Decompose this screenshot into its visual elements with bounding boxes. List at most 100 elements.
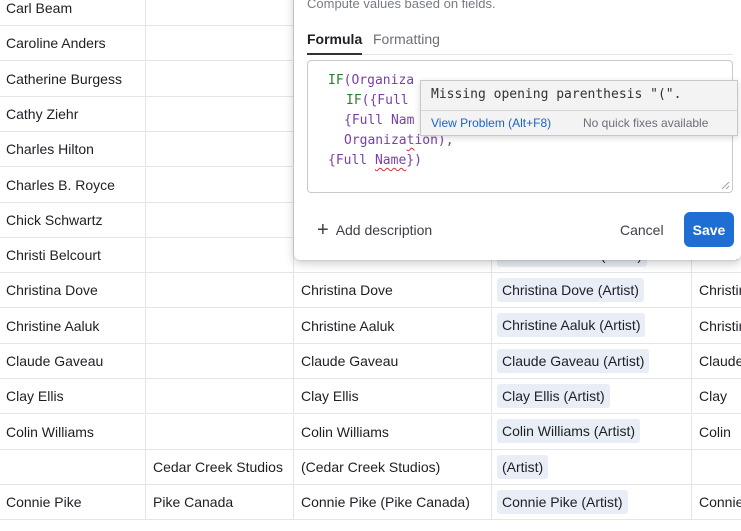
organization-cell[interactable] — [146, 132, 294, 168]
artist-cell[interactable]: Christina Dove (Artist) — [492, 273, 692, 309]
artist-cell[interactable]: Claude Gaveau (Artist) — [492, 344, 692, 379]
cell-text: Claude Gaveau — [6, 353, 104, 369]
name-cell[interactable]: Cathy Ziehr — [0, 96, 146, 132]
cell-text: Charles Hilton — [6, 141, 94, 158]
name-cell[interactable] — [0, 449, 146, 485]
organization-cell[interactable] — [146, 61, 294, 97]
name-cell[interactable]: Charles B. Royce — [0, 167, 146, 203]
name-cell[interactable]: Clay Ellis — [0, 379, 146, 415]
organization-cell[interactable] — [146, 238, 294, 274]
name-cell[interactable]: Catherine Burgess — [0, 61, 146, 97]
cell-text: Colin Williams — [301, 423, 389, 440]
linked-record-chip[interactable]: Christina Dove (Artist) — [497, 278, 644, 303]
cell-text: Colin Williams — [6, 423, 94, 440]
table-row[interactable]: Christine Aaluk Christine Aaluk Christine … — [0, 308, 741, 344]
name-cell[interactable]: Carl Beam — [0, 0, 146, 26]
code-line-3: {Full Nam — [344, 113, 415, 128]
organization-cell[interactable] — [146, 202, 294, 238]
organization-cell[interactable] — [146, 308, 294, 344]
truncated-cell[interactable]: Claude — [692, 344, 741, 379]
linked-record-chip[interactable]: Claude Gaveau (Artist) — [497, 348, 650, 373]
table-row[interactable]: Cedar Creek Studios (Cedar Creek Studios)… — [0, 449, 741, 485]
cell-text: Christina Dove — [301, 282, 393, 299]
code-token: (Organiza — [343, 73, 415, 88]
organization-cell[interactable] — [146, 344, 294, 379]
cell-text: Caroline Anders — [6, 35, 106, 52]
table-row[interactable]: Clay Ellis Clay Ellis Clay Ellis (Artist) C… — [0, 379, 741, 415]
cancel-button[interactable]: Cancel — [614, 216, 670, 244]
organization-cell[interactable] — [146, 96, 294, 132]
full-name-cell[interactable]: Clay Ellis — [294, 379, 492, 415]
linked-record-chip[interactable]: Christine Aaluk (Artist) — [497, 313, 646, 338]
tab-formatting[interactable]: Formatting — [373, 31, 440, 55]
organization-cell[interactable]: Pike Canada — [146, 485, 294, 521]
truncated-cell[interactable]: Christin — [692, 309, 741, 344]
error-tooltip: Missing opening parenthesis "(". View Pr… — [420, 80, 738, 136]
name-cell[interactable]: Colin Williams — [0, 414, 146, 450]
cell-text: Connie Pike — [6, 494, 82, 511]
name-cell[interactable]: Chick Schwartz — [0, 202, 146, 238]
organization-cell[interactable] — [146, 26, 294, 62]
organization-cell[interactable] — [146, 414, 294, 450]
cell-text: Catherine Burgess — [6, 70, 122, 87]
truncated-cell[interactable]: Colin — [692, 415, 741, 450]
cell-text: Christine Aaluk — [6, 317, 100, 334]
full-name-cell[interactable]: Christina Dove — [294, 273, 492, 309]
organization-cell[interactable]: Cedar Creek Studios — [146, 449, 294, 485]
name-cell[interactable]: Claude Gaveau — [0, 344, 146, 379]
resize-handle-icon[interactable] — [721, 181, 730, 190]
truncated-cell[interactable] — [692, 450, 741, 485]
name-cell[interactable]: Christine Aaluk — [0, 308, 146, 344]
code-token: IF — [346, 93, 362, 108]
cell-text: Chick Schwartz — [6, 211, 103, 228]
full-name-cell[interactable]: Connie Pike (Pike Canada) — [294, 485, 492, 521]
organization-cell[interactable] — [146, 273, 294, 309]
dialog-subtitle: Compute values based on fields. — [307, 0, 496, 11]
organization-cell[interactable] — [146, 167, 294, 203]
full-name-cell[interactable]: Claude Gaveau — [294, 344, 492, 379]
view-problem-link[interactable]: View Problem (Alt+F8) — [431, 116, 551, 130]
cell-text: Carl Beam — [6, 0, 73, 16]
name-cell[interactable]: Charles Hilton — [0, 132, 146, 168]
full-name-cell[interactable]: Christine Aaluk — [294, 308, 492, 344]
add-description-label: Add description — [335, 222, 433, 238]
cell-text: Cathy Ziehr — [6, 105, 79, 122]
artist-cell[interactable]: Christine Aaluk (Artist) — [492, 308, 692, 344]
linked-record-chip[interactable]: Connie Pike (Artist) — [497, 489, 628, 514]
name-cell[interactable]: Connie Pike — [0, 485, 146, 521]
truncated-cell[interactable]: Clay — [692, 379, 741, 414]
artist-cell[interactable]: Clay Ellis (Artist) — [492, 379, 692, 415]
cell-text: Clay Ellis — [301, 388, 359, 405]
organization-cell[interactable] — [146, 0, 294, 26]
artist-cell[interactable]: (Artist) — [492, 449, 692, 485]
table-row[interactable]: Connie Pike Pike Canada Connie Pike (Pike … — [0, 485, 741, 521]
full-name-cell[interactable]: Colin Williams — [294, 414, 492, 450]
linked-record-chip[interactable]: Clay Ellis (Artist) — [497, 384, 610, 409]
truncated-cell[interactable]: Connie — [692, 485, 741, 520]
table-row[interactable]: Christina Dove Christina Dove Christina Do… — [0, 273, 741, 309]
truncated-cell[interactable]: Christin — [692, 273, 741, 308]
table-row[interactable]: Colin Williams Colin Williams Colin Willia… — [0, 414, 741, 450]
plus-icon: + — [317, 219, 329, 241]
organization-cell[interactable] — [146, 379, 294, 415]
add-description-button[interactable]: + Add description — [317, 220, 432, 240]
table-row[interactable]: Claude Gaveau Claude Gaveau Claude Gaveau … — [0, 344, 741, 379]
cell-text: Charles B. Royce — [6, 176, 115, 193]
full-name-cell[interactable]: (Cedar Creek Studios) — [294, 449, 492, 485]
cell-text: Clay Ellis — [6, 388, 64, 405]
formula-field-dialog: Compute values based on fields. Formula … — [294, 0, 741, 260]
artist-cell[interactable]: Colin Williams (Artist) — [492, 414, 692, 450]
name-cell[interactable]: Christi Belcourt — [0, 238, 146, 274]
formula-editor[interactable]: IF(Organiza IF({Full {Full Nam Organizat… — [307, 60, 738, 193]
name-cell[interactable]: Christina Dove — [0, 273, 146, 309]
cell-text: Christin — [699, 282, 741, 299]
tab-formula[interactable]: Formula — [307, 31, 363, 55]
code-line-5: {Full Name}) — [328, 151, 422, 171]
linked-record-chip[interactable]: (Artist) — [497, 454, 549, 479]
tooltip-actions: View Problem (Alt+F8) No quick fixes ava… — [421, 110, 737, 135]
name-cell[interactable]: Caroline Anders — [0, 26, 146, 62]
linked-record-chip[interactable]: Colin Williams (Artist) — [497, 419, 640, 444]
cell-text: Colin — [699, 423, 731, 440]
artist-cell[interactable]: Connie Pike (Artist) — [492, 485, 692, 521]
save-button[interactable]: Save — [684, 212, 734, 247]
